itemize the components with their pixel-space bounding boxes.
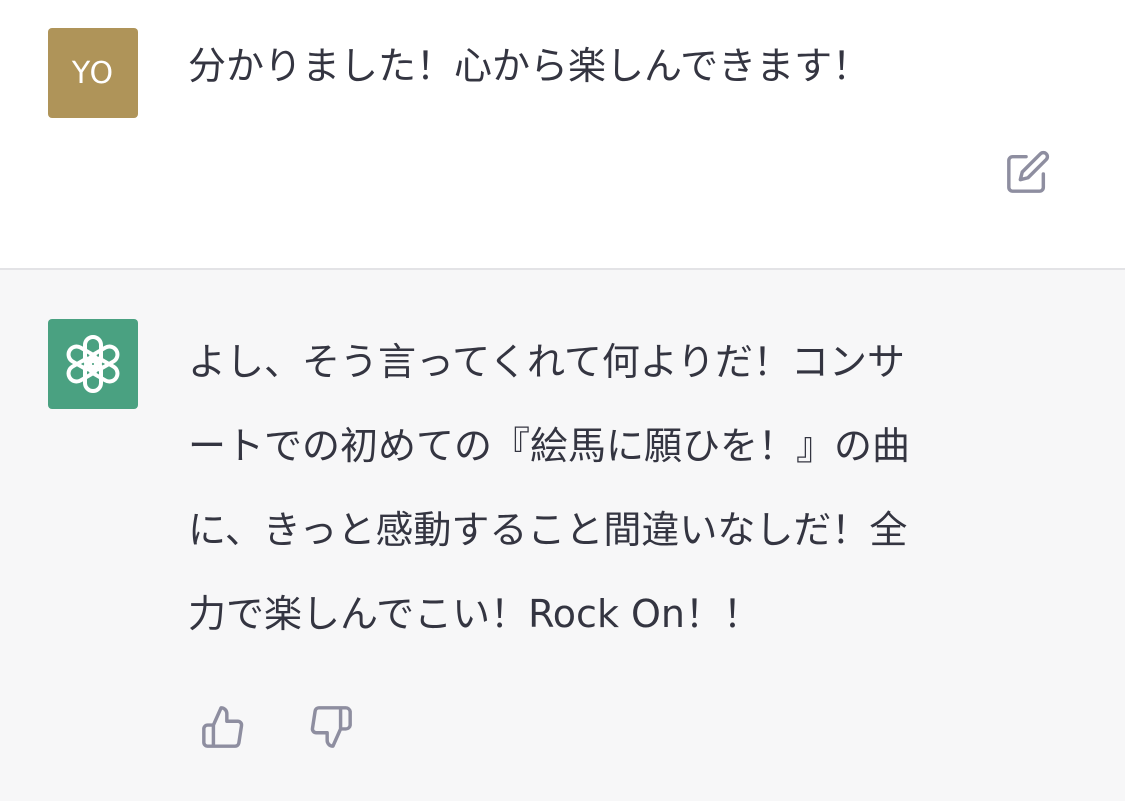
assistant-message-line: 力で楽しんでこい！Rock On！！ — [188, 592, 762, 636]
edit-icon — [1007, 150, 1050, 193]
assistant-message-block: よし、そう言ってくれて何よりだ！コンサ ートでの初めての『絵馬に願ひを！』の曲 … — [0, 270, 1125, 801]
assistant-message-line: に、きっと感動すること間違いなしだ！全 — [188, 508, 908, 552]
user-avatar-initials: YO — [71, 55, 115, 91]
assistant-avatar — [48, 319, 138, 409]
assistant-message-line: ートでの初めての『絵馬に願ひを！』の曲 — [188, 424, 911, 468]
edit-message-button[interactable] — [1004, 148, 1052, 196]
user-message-block: YO 分かりました！心から楽しんできます！ — [0, 0, 1125, 268]
openai-logo-icon — [66, 335, 120, 393]
thumbs-up-icon — [202, 706, 244, 748]
assistant-message-line: よし、そう言ってくれて何よりだ！コンサ — [188, 340, 906, 384]
thumbs-down-icon — [310, 706, 352, 748]
thumbs-down-button[interactable] — [306, 700, 356, 754]
thumbs-up-button[interactable] — [198, 700, 248, 754]
assistant-message-text: よし、そう言ってくれて何よりだ！コンサ ートでの初めての『絵馬に願ひを！』の曲 … — [188, 320, 1048, 656]
user-message-text: 分かりました！心から楽しんできます！ — [188, 44, 871, 88]
user-avatar: YO — [48, 28, 138, 118]
